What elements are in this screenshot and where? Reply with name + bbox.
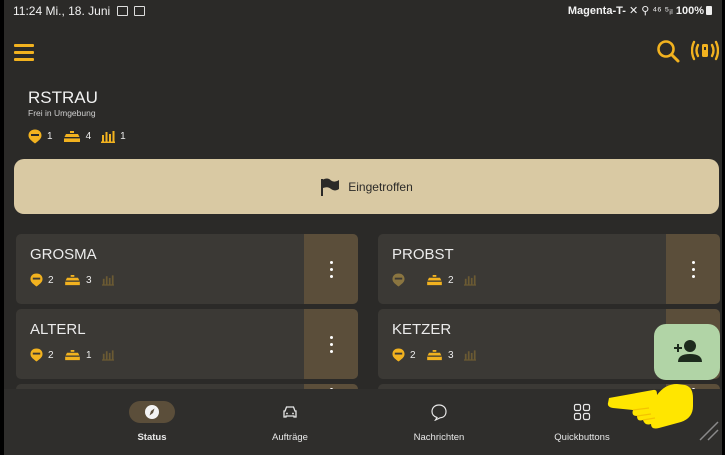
- vehicle-status: Frei in Umgebung: [28, 108, 96, 118]
- search-icon: [657, 40, 680, 63]
- arrived-label: Eingetroffen: [348, 179, 413, 194]
- bar-chart-icon: [463, 274, 476, 286]
- pin-icon: [392, 273, 405, 287]
- pin-icon: [30, 273, 43, 287]
- vehicle-name: RSTRAU: [28, 88, 98, 107]
- carrier-name: Magenta-T-: [567, 5, 626, 17]
- card-taxis-count: 1: [86, 349, 92, 361]
- nav-orders-label: Aufträge: [272, 432, 308, 443]
- radio-button[interactable]: [690, 38, 720, 64]
- taxi-icon: [65, 274, 80, 285]
- vehicle-card[interactable]: GROSMA 2 3: [16, 234, 358, 304]
- card-pins-count: 2: [48, 274, 54, 286]
- taxis-count: 4: [85, 131, 92, 142]
- pins-count: 1: [47, 131, 53, 142]
- card-taxis-count: 3: [448, 349, 454, 361]
- add-contact-button[interactable]: [654, 324, 720, 380]
- app-screen: 11:24 Mi., 18. Juni Magenta-T- ✕ ⚲ ⁴⁶ ⁵ᵢ…: [4, 0, 722, 455]
- nav-quickbuttons-label: Quickbuttons: [554, 432, 610, 443]
- card-more-button[interactable]: [304, 309, 358, 379]
- card-vehicle-name: PROBST: [392, 246, 454, 263]
- card-pins-count: 2: [410, 349, 416, 361]
- vehicle-card[interactable]: ALTERL 2 1: [16, 309, 358, 379]
- taxi-icon: [65, 349, 80, 360]
- bar-chart-icon: [463, 349, 476, 361]
- more-vert-icon: [329, 259, 333, 280]
- image-notification-icon: [133, 6, 145, 16]
- pin-icon: [28, 129, 42, 144]
- add-person-icon: [674, 340, 702, 362]
- nav-orders[interactable]: Aufträge: [210, 389, 370, 455]
- more-vert-icon: [691, 259, 695, 280]
- nav-messages[interactable]: Nachrichten: [359, 389, 519, 455]
- arrived-button[interactable]: Eingetroffen: [14, 159, 719, 214]
- card-stats: 2: [392, 273, 476, 287]
- card-pins-count: 2: [48, 349, 54, 361]
- taxi-icon: [427, 274, 442, 285]
- taxi-icon: [427, 349, 442, 360]
- pin-icon: [392, 348, 405, 362]
- card-vehicle-name: KETZER: [392, 321, 452, 338]
- card-stats: 2 3: [30, 273, 114, 287]
- card-more-button[interactable]: [304, 234, 358, 304]
- nav-status-label: Status: [137, 432, 167, 443]
- chat-bubble-icon: [431, 404, 447, 421]
- hamburger-menu-icon: [14, 44, 34, 47]
- mute-icon: ✕: [628, 5, 639, 17]
- card-vehicle-name: GROSMA: [30, 246, 97, 263]
- more-vert-icon: [329, 334, 333, 355]
- pointing-hand-icon: [607, 384, 693, 429]
- taxi-icon: [63, 130, 80, 142]
- bar-chart-icon: [101, 130, 116, 143]
- card-taxis-count: 3: [86, 274, 92, 286]
- nav-messages-label: Nachrichten: [413, 432, 465, 443]
- card-stats: 2 1: [30, 348, 114, 362]
- radio-signal-icon: [690, 40, 720, 61]
- system-status-bar: 11:24 Mi., 18. Juni Magenta-T- ✕ ⚲ ⁴⁶ ⁵ᵢ…: [4, 0, 722, 22]
- resize-corner-icon: [699, 421, 719, 441]
- card-vehicle-name: ALTERL: [30, 321, 86, 338]
- pin-icon: [30, 348, 43, 362]
- battery-icon: [706, 6, 712, 15]
- flag-icon: [321, 177, 340, 196]
- card-more-button[interactable]: [666, 234, 720, 304]
- grid-icon: [573, 403, 591, 421]
- compass-icon: [145, 405, 159, 419]
- signal-strength: ⁴⁶ ⁵ᵢₗ: [652, 5, 673, 17]
- vehicle-card[interactable]: PROBST 2: [378, 234, 720, 304]
- notification-icon: [116, 6, 128, 16]
- card-taxis-count: 2: [448, 274, 454, 286]
- nav-status[interactable]: Status: [72, 389, 232, 455]
- car-icon: [283, 406, 297, 418]
- card-stats: 2 3: [392, 348, 476, 362]
- bar-chart-icon: [101, 349, 114, 361]
- battery-level: 100%: [675, 5, 704, 17]
- search-button[interactable]: [655, 38, 681, 64]
- menu-button[interactable]: [14, 44, 36, 61]
- location-icon: ⚲: [641, 5, 650, 17]
- vehicle-stats: 1 4 1: [28, 129, 126, 144]
- bar-chart-icon: [101, 274, 114, 286]
- bars-count: 1: [120, 131, 126, 142]
- clock-date: 11:24 Mi., 18. Juni: [13, 4, 111, 18]
